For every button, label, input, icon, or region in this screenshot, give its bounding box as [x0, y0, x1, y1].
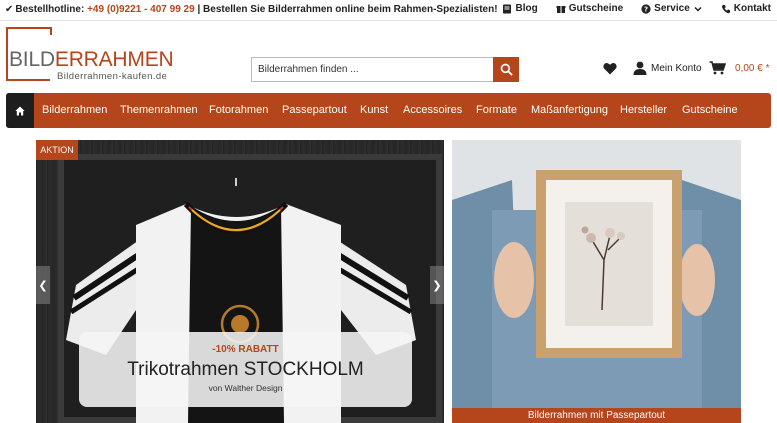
cart-icon	[709, 61, 726, 75]
search-input[interactable]	[252, 58, 492, 81]
logo-wordmark: BILDERRAHMEN	[9, 48, 174, 71]
promo-card[interactable]: -10% RABATT Trikotrahmen STOCKHOLM von W…	[79, 332, 412, 407]
banner-image	[452, 140, 741, 423]
account-link[interactable]: Mein Konto	[633, 61, 702, 75]
check-icon: ✔	[5, 4, 14, 15]
question-icon: ?	[641, 3, 651, 14]
nav-item-bilderrahmen[interactable]: Bilderrahmen	[42, 104, 107, 116]
promo-title: Trikotrahmen STOCKHOLM	[127, 359, 364, 380]
account-label: Mein Konto	[651, 62, 702, 74]
nav-item-kunst[interactable]: Kunst	[360, 104, 388, 116]
kontakt-link[interactable]: Kontakt	[721, 3, 771, 14]
main-nav: Bilderrahmen Themenrahmen Fotorahmen Pas…	[6, 93, 771, 128]
home-button[interactable]	[6, 93, 34, 128]
gift-icon	[556, 5, 566, 13]
promo-byline: von Walther Design	[208, 383, 283, 393]
slider-next-button[interactable]: ❯	[430, 266, 444, 304]
nav-item-formate[interactable]: Formate	[476, 104, 517, 116]
nav-item-massanfertigung[interactable]: Maßanfertigung	[531, 104, 608, 116]
service-dropdown[interactable]: ? Service	[641, 3, 703, 14]
chevron-right-icon: ❯	[432, 279, 442, 292]
svg-text:?: ?	[644, 5, 648, 13]
hotline-label: Bestellhotline:	[15, 4, 85, 15]
top-bar: ✔ Bestellhotline: +49 (0)9221 - 407 99 29…	[0, 0, 777, 20]
chevron-left-icon: ❮	[38, 279, 48, 292]
nav-item-passepartout[interactable]: Passepartout	[282, 104, 347, 116]
wishlist-heart-icon[interactable]	[603, 62, 617, 75]
slider-prev-button[interactable]: ❮	[36, 266, 50, 304]
aktion-badge: AKTION	[36, 140, 78, 160]
search-icon	[500, 63, 513, 76]
hotline-text: | Bestellen Sie Bilderrahmen online beim…	[197, 4, 498, 15]
logo-word-part2: ERRAHMEN	[54, 48, 174, 71]
top-divider	[0, 20, 777, 21]
nav-item-hersteller[interactable]: Hersteller	[620, 104, 667, 116]
blog-label: Blog	[515, 3, 538, 14]
service-label: Service	[654, 3, 690, 14]
search-box	[251, 57, 519, 82]
site-logo[interactable]: BILDERRAHMEN Bilderrahmen-kaufen.de	[6, 27, 174, 82]
home-icon	[15, 106, 25, 115]
banner-caption: Bilderrahmen mit Passepartout	[452, 408, 741, 423]
blog-icon	[503, 4, 512, 13]
nav-item-themenrahmen[interactable]: Themenrahmen	[120, 104, 198, 116]
hotline-number[interactable]: +49 (0)9221 - 407 99 29	[87, 4, 195, 15]
nav-item-fotorahmen[interactable]: Fotorahmen	[209, 104, 268, 116]
cart-link[interactable]: 0,00 € *	[709, 61, 769, 75]
nav-item-accessoires[interactable]: Accessoires	[403, 104, 462, 116]
user-icon	[633, 61, 647, 75]
logo-word-part1: BILD	[9, 48, 55, 71]
logo-subtitle: Bilderrahmen-kaufen.de	[57, 71, 168, 82]
hotline-info: ✔ Bestellhotline: +49 (0)9221 - 407 99 29…	[5, 4, 498, 15]
nav-item-gutscheine[interactable]: Gutscheine	[682, 104, 738, 116]
search-button[interactable]	[493, 57, 519, 82]
passepartout-banner[interactable]: Bilderrahmen mit Passepartout	[452, 140, 741, 423]
top-links: Blog Gutscheine ? Service Kontakt	[502, 3, 771, 14]
promo-discount: -10% RABATT	[212, 344, 279, 355]
gutscheine-link[interactable]: Gutscheine	[556, 3, 623, 14]
gutscheine-label: Gutscheine	[568, 3, 624, 14]
kontakt-label: Kontakt	[733, 3, 771, 14]
cart-total: 0,00 € *	[735, 62, 770, 74]
blog-link[interactable]: Blog	[502, 3, 538, 14]
chevron-down-icon	[694, 6, 702, 12]
phone-icon	[721, 4, 730, 13]
